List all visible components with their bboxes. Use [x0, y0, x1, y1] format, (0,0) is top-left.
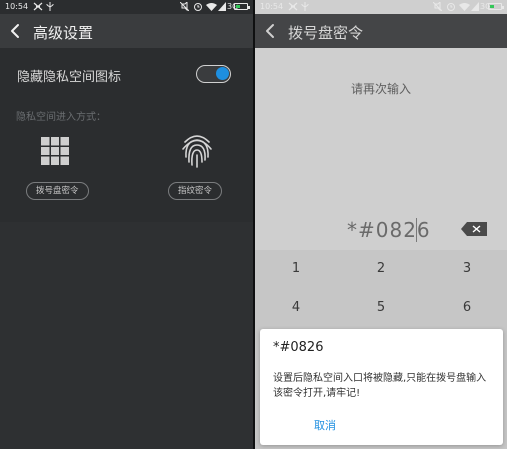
- key-3[interactable]: 3: [437, 261, 497, 276]
- notification-icon: [33, 2, 43, 11]
- signal-icon: [218, 2, 226, 11]
- key-6[interactable]: 6: [437, 300, 497, 315]
- advanced-settings-screen: 10:54 3G 高级设置 隐藏隐私空间图标 隐私空间进入方式： 拨号盘密令 指…: [0, 0, 253, 449]
- hide-icon-toggle[interactable]: [196, 65, 231, 83]
- entry-fingerprint[interactable]: [162, 135, 232, 170]
- dialpad-code-screen: 10:54 3G 拨号盘密令 请再次输入 *#0826 1 2 3 4 5 6 …: [255, 0, 507, 449]
- page-title: 拨号盘密令: [288, 24, 364, 42]
- back-arrow-icon[interactable]: [8, 23, 24, 39]
- confirm-dialog: *#0826 设置后隐私空间入口将被隐藏,只能在拨号盘输入该密令打开,请牢记! …: [260, 329, 503, 445]
- key-2[interactable]: 2: [351, 261, 411, 276]
- dialpad-code-button[interactable]: 拨号盘密令: [26, 182, 89, 200]
- alarm-icon: [447, 3, 455, 11]
- fingerprint-icon: [182, 135, 212, 168]
- status-time: 10:54: [260, 2, 284, 11]
- mute-icon: [433, 2, 442, 11]
- key-5[interactable]: 5: [351, 300, 411, 315]
- entry-method-hint: 隐私空间进入方式：: [16, 112, 106, 123]
- dialog-title: *#0826: [273, 340, 324, 355]
- fingerprint-code-button[interactable]: 指纹密令: [168, 182, 223, 200]
- dialog-message: 设置后隐私空间入口将被隐藏,只能在拨号盘输入该密令打开,请牢记!: [273, 373, 487, 399]
- code-entry-row: *#0826: [255, 210, 507, 250]
- usb-icon: [46, 2, 54, 11]
- key-1[interactable]: 1: [266, 261, 326, 276]
- signal-icon: [471, 2, 479, 11]
- entry-dialpad[interactable]: [20, 136, 90, 166]
- text-cursor: [416, 218, 417, 242]
- reenter-prompt: 请再次输入: [350, 82, 411, 96]
- back-arrow-icon[interactable]: [263, 23, 279, 39]
- toggle-knob: [216, 67, 229, 80]
- wifi-icon: [459, 3, 470, 11]
- hide-icon-label: 隐藏隐私空间图标: [17, 70, 122, 85]
- battery-icon: [488, 3, 504, 10]
- cancel-button[interactable]: 取消: [260, 417, 390, 433]
- title-bar: 拨号盘密令: [255, 14, 507, 48]
- notification-icon: [288, 2, 298, 11]
- title-bar: 高级设置: [0, 14, 253, 48]
- page-title: 高级设置: [33, 24, 94, 42]
- entered-code: *#0826: [347, 218, 431, 242]
- wifi-icon: [206, 3, 217, 11]
- backspace-icon[interactable]: [461, 222, 487, 236]
- alarm-icon: [194, 3, 202, 11]
- status-bar: 10:54 3G: [0, 0, 253, 14]
- status-time: 10:54: [5, 2, 29, 11]
- usb-icon: [301, 2, 309, 11]
- dialpad-grid-icon: [41, 137, 69, 165]
- status-bar: 10:54 3G: [255, 0, 507, 14]
- battery-icon: [234, 3, 250, 10]
- empty-area: [0, 222, 253, 449]
- key-4[interactable]: 4: [266, 300, 326, 315]
- mute-icon: [180, 2, 189, 11]
